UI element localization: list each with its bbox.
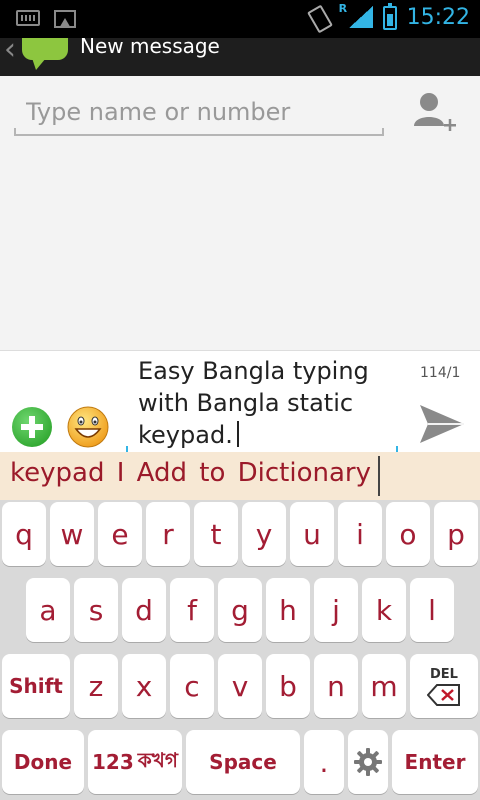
text-cursor: [236, 421, 239, 447]
add-contact-icon[interactable]: [412, 90, 458, 136]
status-bar: R 15:22: [0, 0, 480, 38]
messaging-app-icon[interactable]: [22, 38, 68, 70]
recipient-field[interactable]: [14, 90, 384, 136]
recipient-input[interactable]: [14, 90, 384, 134]
key-t[interactable]: t: [194, 502, 238, 566]
message-text: Easy Bangla typing with Bangla static ke…: [138, 357, 369, 449]
key-i[interactable]: i: [338, 502, 382, 566]
settings-key[interactable]: [348, 730, 388, 794]
numbers-label: 123: [92, 750, 134, 774]
key-q[interactable]: q: [2, 502, 46, 566]
emoji-smiley-icon[interactable]: [66, 405, 110, 449]
attach-plus-icon[interactable]: [12, 407, 52, 447]
delete-key-label: DEL: [430, 666, 458, 682]
vibrate-icon: [307, 4, 329, 30]
suggestion-text[interactable]: keypad I Add to Dictionary: [10, 458, 371, 488]
key-k[interactable]: k: [362, 578, 406, 642]
keyboard-notification-icon: [16, 10, 40, 26]
suggestion-strip: keypad I Add to Dictionary: [0, 452, 480, 500]
key-j[interactable]: j: [314, 578, 358, 642]
key-n[interactable]: n: [314, 654, 358, 718]
period-key[interactable]: .: [304, 730, 344, 794]
battery-icon: [382, 3, 397, 30]
key-h[interactable]: h: [266, 578, 310, 642]
key-y[interactable]: y: [242, 502, 286, 566]
clock: 15:22: [406, 4, 470, 30]
key-b[interactable]: b: [266, 654, 310, 718]
image-notification-icon: [54, 10, 76, 28]
bangla-label: কখগ: [137, 747, 178, 772]
shift-key[interactable]: Shift: [2, 654, 70, 718]
key-e[interactable]: e: [98, 502, 142, 566]
key-f[interactable]: f: [170, 578, 214, 642]
key-s[interactable]: s: [74, 578, 118, 642]
key-g[interactable]: g: [218, 578, 262, 642]
done-key[interactable]: Done: [2, 730, 84, 794]
message-input[interactable]: Easy Bangla typing with Bangla static ke…: [138, 355, 388, 451]
key-r[interactable]: r: [146, 502, 190, 566]
enter-key[interactable]: Enter: [392, 730, 478, 794]
keyboard: q w e r t y u i o p a s d f g h j k l Sh…: [0, 500, 480, 800]
numbers-bangla-key[interactable]: 123 কখগ: [88, 730, 182, 794]
action-bar: ‹ New message: [0, 38, 480, 76]
character-counter: 114/1: [420, 365, 461, 381]
delete-key[interactable]: DEL: [410, 654, 478, 718]
key-o[interactable]: o: [386, 502, 430, 566]
key-m[interactable]: m: [362, 654, 406, 718]
space-key[interactable]: Space: [186, 730, 300, 794]
key-a[interactable]: a: [26, 578, 70, 642]
key-x[interactable]: x: [122, 654, 166, 718]
suggestion-divider: [378, 456, 380, 496]
key-p[interactable]: p: [434, 502, 478, 566]
compose-bar: Easy Bangla typing with Bangla static ke…: [0, 350, 480, 452]
key-l[interactable]: l: [410, 578, 454, 642]
backspace-icon: [427, 683, 460, 706]
key-c[interactable]: c: [170, 654, 214, 718]
page-title: New message: [80, 38, 220, 58]
key-z[interactable]: z: [74, 654, 118, 718]
recipient-area: [0, 76, 480, 350]
key-u[interactable]: u: [290, 502, 334, 566]
key-w[interactable]: w: [50, 502, 94, 566]
back-chevron-icon[interactable]: ‹: [4, 38, 16, 67]
key-d[interactable]: d: [122, 578, 166, 642]
gear-icon: [354, 748, 382, 776]
signal-icon: R: [338, 2, 373, 30]
send-icon[interactable]: [416, 401, 466, 447]
roaming-badge: R: [338, 2, 348, 15]
key-v[interactable]: v: [218, 654, 262, 718]
